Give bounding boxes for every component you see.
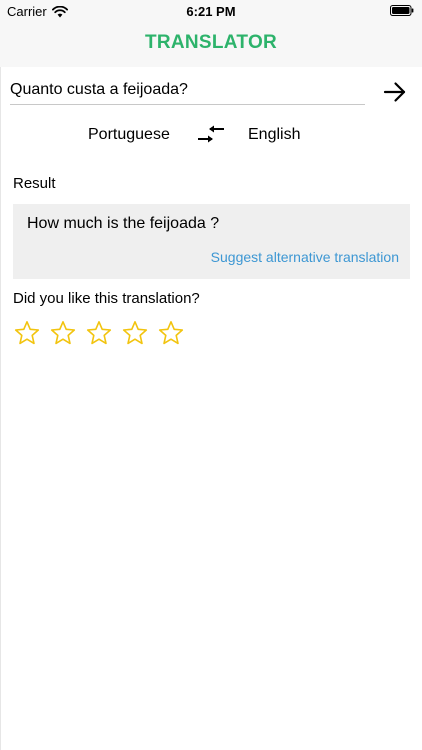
target-language[interactable]: English [248,126,300,144]
battery-icon [390,5,414,16]
star-outline-icon[interactable] [50,320,76,346]
status-time: 6:21 PM [186,4,236,19]
source-text-input[interactable] [10,78,365,102]
rating-stars [14,320,184,346]
translation-result-text: How much is the feijoada ? [27,215,220,232]
star-outline-icon[interactable] [14,320,40,346]
rating-question: Did you like this translation? [13,290,200,307]
result-label: Result [13,175,56,192]
left-edge-divider [0,67,1,750]
star-outline-icon[interactable] [86,320,112,346]
status-bar: Carrier 6:21 PM [0,0,422,22]
app-title: TRANSLATOR [144,32,278,53]
swap-icon[interactable] [197,124,225,146]
translator-screen: Carrier 6:21 PM TRANSLATOR Portuguese [0,0,422,750]
arrow-right-icon[interactable] [383,80,407,104]
top-bar: Carrier 6:21 PM TRANSLATOR [0,0,422,67]
source-language[interactable]: Portuguese [88,126,170,144]
star-outline-icon[interactable] [158,320,184,346]
suggest-alternative-link[interactable]: Suggest alternative translation [211,249,399,265]
star-outline-icon[interactable] [122,320,148,346]
source-input-row [10,78,365,105]
result-box: How much is the feijoada ? Suggest alter… [13,204,410,279]
